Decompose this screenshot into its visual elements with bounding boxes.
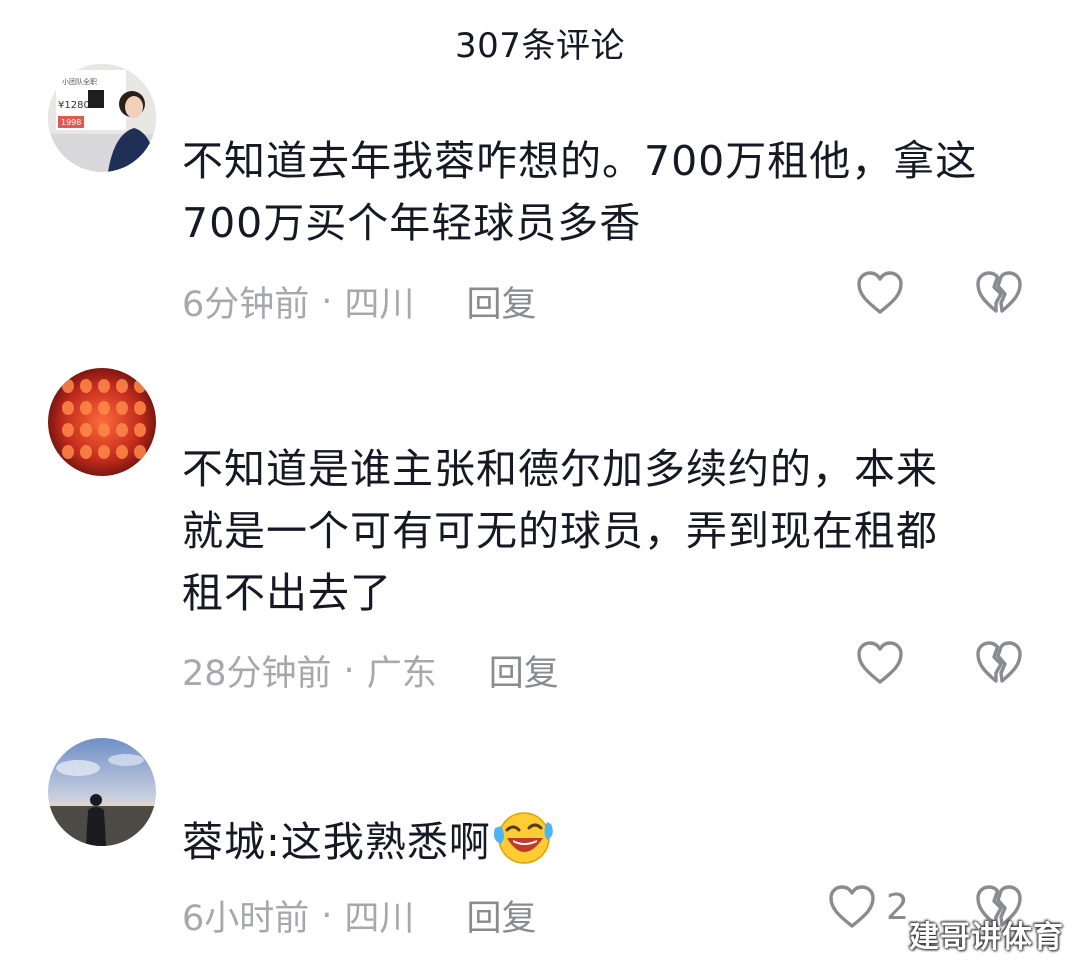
comment-meta: 6小时前 · 四川 回复 — [182, 890, 536, 941]
meta-separator: · — [321, 895, 333, 936]
comment-meta: 28分钟前 · 广东 回复 — [182, 645, 559, 696]
broken-heart-outline-icon — [976, 641, 1022, 683]
broken-heart-outline-icon — [976, 271, 1022, 313]
meta-separator: · — [321, 281, 333, 322]
comment-count-title: 307条评论 — [455, 25, 625, 66]
comments-page: 307条评论 小团队全职 ¥1280 1998 不知道去年我蓉咋想的。700万租… — [0, 0, 1080, 972]
avatar-poster-price: ¥1280 — [58, 100, 90, 111]
avatar-image — [48, 738, 156, 846]
comment-meta: 6分钟前 · 四川 回复 — [182, 276, 536, 327]
avatar-image: 小团队全职 ¥1280 1998 — [48, 64, 156, 172]
dislike-button[interactable] — [975, 270, 1023, 320]
like-button[interactable]: 2 — [828, 884, 909, 930]
comment-text: 蓉城:这我熟悉啊 — [182, 806, 1042, 873]
comment-text: 不知道是谁主张和德尔加多续约的，本来 就是一个可有可无的球员，弄到现在租都 租不… — [182, 438, 1042, 624]
comment-text-line: 不知道去年我蓉咋想的。700万租他，拿这 — [182, 137, 978, 185]
dislike-button[interactable] — [975, 640, 1023, 690]
comment-location: 广东 — [366, 654, 437, 694]
avatar[interactable] — [48, 368, 156, 476]
comment-time: 6小时前 — [182, 899, 310, 939]
comment-location: 四川 — [344, 285, 415, 325]
comment-time: 6分钟前 — [182, 285, 310, 325]
comment-location: 四川 — [344, 899, 415, 939]
comment-text-line: 不知道是谁主张和德尔加多续约的，本来 — [182, 445, 938, 493]
comment-text-line: 租不出去了 — [182, 569, 392, 617]
heart-outline-icon — [857, 641, 903, 684]
meta-separator: · — [343, 650, 355, 691]
avatar-poster-tag: 1998 — [61, 118, 81, 127]
like-button[interactable] — [856, 640, 914, 686]
avatar-image — [48, 368, 156, 476]
reply-button[interactable]: 回复 — [466, 890, 536, 941]
avatar[interactable] — [48, 738, 156, 846]
watermark: 建哥讲体育 — [909, 920, 1064, 955]
comment-text-line: 700万买个年轻球员多香 — [182, 199, 642, 247]
reply-button[interactable]: 回复 — [489, 645, 559, 696]
like-count: 2 — [886, 886, 909, 928]
comment-time: 28分钟前 — [182, 654, 332, 694]
comment-text: 不知道去年我蓉咋想的。700万租他，拿这 700万买个年轻球员多香 — [182, 130, 1042, 254]
comments-header: 307条评论 — [0, 0, 1080, 84]
comment-text-line: 蓉城:这我熟悉啊 — [182, 806, 1042, 873]
like-button[interactable] — [856, 270, 914, 316]
reply-button[interactable]: 回复 — [466, 276, 536, 327]
heart-outline-icon — [857, 271, 903, 314]
laughing-tears-emoji-icon — [493, 812, 553, 864]
avatar[interactable]: 小团队全职 ¥1280 1998 — [48, 64, 156, 172]
comment-text-line: 就是一个可有可无的球员，弄到现在租都 — [182, 507, 938, 555]
avatar-poster-text: 小团队全职 — [62, 77, 97, 86]
heart-outline-icon — [829, 885, 875, 928]
comment-text-content: 蓉城:这我熟悉啊 — [182, 818, 491, 866]
